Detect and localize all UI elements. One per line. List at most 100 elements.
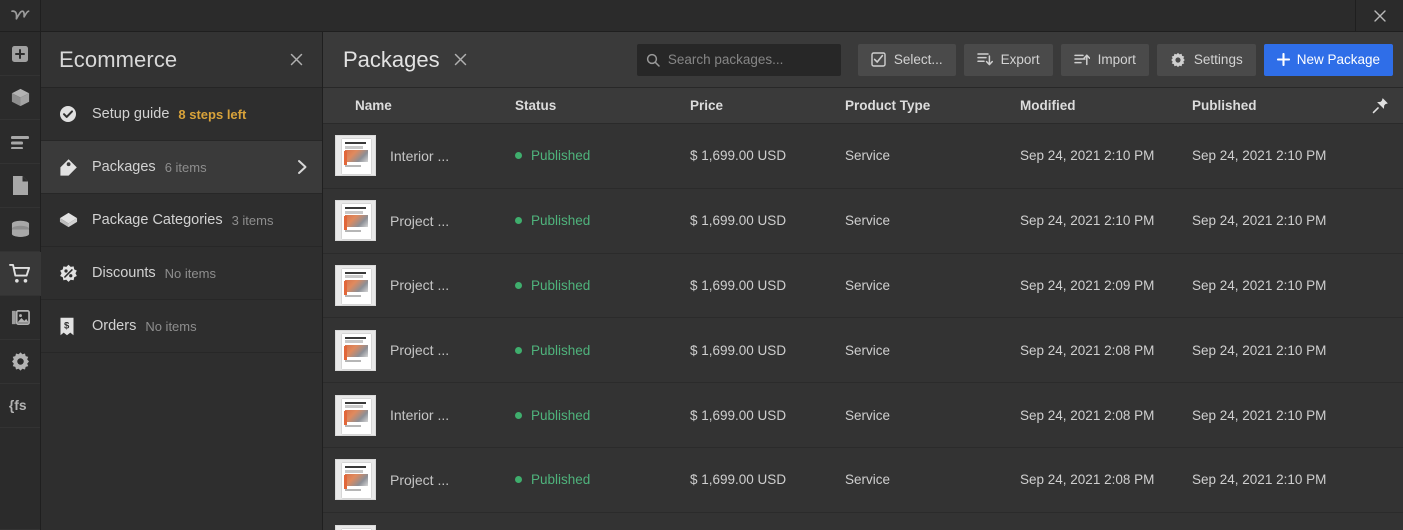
checkbox-checked-icon: [871, 52, 886, 67]
cell-modified: Sep 24, 2021 2:10 PM: [1020, 213, 1192, 228]
shopping-cart-icon: [9, 263, 32, 284]
svg-text:$: $: [64, 320, 70, 331]
cell-published: Sep 24, 2021 2:10 PM: [1192, 472, 1357, 487]
table-row-partial[interactable]: [323, 513, 1403, 530]
cell-name: Project ...: [335, 265, 515, 306]
cell-status: Published: [515, 148, 690, 163]
ecommerce-panel-header: Ecommerce: [41, 32, 322, 88]
new-package-button-label: New Package: [1297, 52, 1380, 67]
ecommerce-panel: Ecommerce Setup guide 8: [41, 32, 323, 530]
package-thumbnail: [335, 265, 376, 306]
status-label: Published: [531, 148, 590, 163]
import-button[interactable]: Import: [1061, 44, 1149, 76]
table-row[interactable]: Project ...Published$ 1,699.00 USDServic…: [323, 448, 1403, 513]
window-close-button[interactable]: [1355, 0, 1403, 31]
table-row[interactable]: Project ...Published$ 1,699.00 USDServic…: [323, 189, 1403, 254]
discount-burst-icon: [59, 264, 81, 283]
package-thumbnail: [335, 135, 376, 176]
package-name: Project ...: [390, 213, 449, 229]
rail-item-ecommerce-panel[interactable]: [0, 252, 41, 296]
packages-close-button[interactable]: [453, 52, 468, 67]
table-row[interactable]: Project ...Published$ 1,699.00 USDServic…: [323, 254, 1403, 319]
search-packages-box[interactable]: [637, 44, 841, 76]
rail-item-components-panel[interactable]: [0, 76, 40, 120]
pin-column-button[interactable]: [1357, 97, 1403, 114]
workspace-row: {fs Ecommerce: [0, 32, 1403, 530]
packages-toolbar: Packages: [323, 32, 1403, 88]
cell-name: Interior ...: [335, 135, 515, 176]
top-bar-spacer: [41, 0, 1355, 31]
status-badge: Published: [515, 472, 690, 487]
receipt-dollar-icon: $: [59, 317, 81, 336]
cell-status: Published: [515, 472, 690, 487]
cell-product-type: Service: [845, 148, 1020, 163]
database-icon: [10, 220, 31, 239]
sidebar-item-label: Orders: [92, 318, 136, 334]
close-icon: [289, 52, 304, 67]
sidebar-item-meta: 6 items: [165, 160, 207, 175]
diamond-icon: [59, 211, 81, 229]
curly-fs-icon: {fs: [8, 397, 32, 414]
export-button[interactable]: Export: [964, 44, 1053, 76]
sidebar-item-orders[interactable]: $ Orders No items: [41, 300, 322, 353]
search-input[interactable]: [668, 52, 832, 67]
cell-published: Sep 24, 2021 2:10 PM: [1192, 213, 1357, 228]
sidebar-item-setup-guide[interactable]: Setup guide 8 steps left: [41, 88, 322, 141]
settings-button[interactable]: Settings: [1157, 44, 1256, 76]
rail-item-navigator-panel[interactable]: [0, 120, 40, 164]
webflow-logo[interactable]: [0, 0, 41, 31]
rail-item-add-panel[interactable]: [0, 32, 40, 76]
cell-status: Published: [515, 408, 690, 423]
cell-product-type: Service: [845, 343, 1020, 358]
status-label: Published: [531, 278, 590, 293]
table-row[interactable]: Project ...Published$ 1,699.00 USDServic…: [323, 318, 1403, 383]
new-package-button[interactable]: New Package: [1264, 44, 1393, 76]
column-header-published[interactable]: Published: [1192, 98, 1357, 113]
tag-icon: [59, 158, 81, 177]
rail-item-pages-panel[interactable]: [0, 164, 40, 208]
cell-published: Sep 24, 2021 2:10 PM: [1192, 148, 1357, 163]
sidebar-item-meta: 3 items: [232, 213, 274, 228]
package-name: Project ...: [390, 342, 449, 358]
rail-item-cms-panel[interactable]: [0, 208, 40, 252]
column-header-price[interactable]: Price: [690, 98, 845, 113]
cell-name: Project ...: [335, 459, 515, 500]
sidebar-item-package-categories[interactable]: Package Categories 3 items: [41, 194, 322, 247]
ecommerce-panel-close-button[interactable]: [286, 50, 306, 70]
table-header-row: Name Status Price Product Type Modified …: [323, 88, 1403, 124]
sidebar-item-label: Package Categories: [92, 212, 223, 228]
cell-name: Project ...: [335, 330, 515, 371]
gear-icon: [10, 351, 31, 372]
sidebar-item-packages[interactable]: Packages 6 items: [41, 141, 322, 194]
table-row[interactable]: Interior ...Published$ 1,699.00 USDServi…: [323, 383, 1403, 448]
rail-item-settings-panel[interactable]: [0, 340, 40, 384]
sidebar-item-discounts[interactable]: Discounts No items: [41, 247, 322, 300]
page-icon: [12, 175, 29, 196]
sidebar-item-meta: No items: [165, 266, 216, 281]
cell-price: $ 1,699.00 USD: [690, 472, 845, 487]
rail-item-logic-panel[interactable]: {fs: [0, 384, 40, 428]
cell-price: $ 1,699.00 USD: [690, 278, 845, 293]
column-header-status[interactable]: Status: [515, 98, 690, 113]
top-bar: [0, 0, 1403, 32]
column-header-modified[interactable]: Modified: [1020, 98, 1192, 113]
status-badge: Published: [515, 343, 690, 358]
sidebar-item-label: Setup guide: [92, 106, 169, 122]
table-row[interactable]: Interior ...Published$ 1,699.00 USDServi…: [323, 124, 1403, 189]
select-button[interactable]: Select...: [858, 44, 956, 76]
export-button-label: Export: [1001, 52, 1040, 67]
gear-icon: [1170, 52, 1186, 68]
rail-item-assets-panel[interactable]: [0, 296, 40, 340]
column-header-product-type[interactable]: Product Type: [845, 98, 1020, 113]
close-icon: [1373, 9, 1387, 23]
chevron-right-icon[interactable]: [297, 159, 308, 175]
import-button-label: Import: [1098, 52, 1136, 67]
table-body: Interior ...Published$ 1,699.00 USDServi…: [323, 124, 1403, 530]
status-badge: Published: [515, 408, 690, 423]
cell-status: Published: [515, 213, 690, 228]
box-icon: [10, 87, 31, 108]
package-thumbnail: [335, 459, 376, 500]
package-name: Project ...: [390, 472, 449, 488]
package-name: Interior ...: [390, 148, 449, 164]
column-header-name[interactable]: Name: [335, 98, 515, 113]
